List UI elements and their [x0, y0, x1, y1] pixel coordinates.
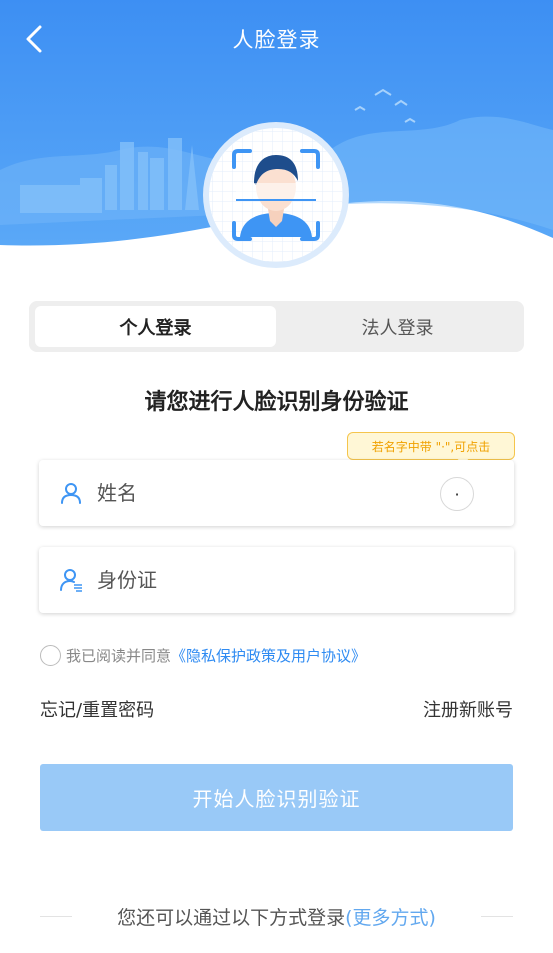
more-methods-link[interactable]: (更多方式) — [345, 907, 436, 929]
id-card-field — [39, 547, 514, 613]
divider-right — [481, 916, 513, 917]
verification-heading: 请您进行人脸识别身份验证 — [144, 390, 409, 415]
alternative-login-text: 您还可以通过以下方式登录(更多方式) — [0, 903, 553, 930]
forgot-password-link[interactable]: 忘记/重置密码 — [40, 696, 154, 722]
tab-personal-login[interactable]: 个人登录 — [35, 306, 276, 347]
tab-legal-person-login[interactable]: 法人登录 — [277, 306, 518, 347]
insert-dot-button[interactable]: · — [440, 477, 474, 511]
alternative-login: 您还可以通过以下方式登录(更多方式) — [0, 903, 553, 931]
id-user-icon — [59, 568, 83, 592]
face-scan-icon — [203, 122, 349, 268]
user-icon — [59, 481, 83, 505]
page-title: 人脸登录 — [232, 28, 321, 52]
start-face-verification-button[interactable]: 开始人脸识别验证 — [40, 764, 513, 831]
face-scan-illustration — [202, 121, 350, 269]
privacy-policy-link[interactable]: 《隐私保护政策及用户协议》 — [171, 645, 366, 666]
name-input[interactable] — [97, 474, 467, 512]
name-field: · — [39, 460, 514, 526]
register-link[interactable]: 注册新账号 — [423, 696, 513, 722]
login-tabs: 个人登录 法人登录 — [29, 301, 524, 352]
name-dot-tooltip: 若名字中带 "·",可点击 — [347, 432, 515, 460]
id-card-input[interactable] — [97, 561, 467, 599]
agreement-checkbox[interactable] — [40, 644, 61, 666]
agreement-row: 我已阅读并同意 《隐私保护政策及用户协议》 — [40, 644, 366, 666]
agreement-prefix: 我已阅读并同意 — [66, 646, 172, 665]
alternative-login-prefix: 您还可以通过以下方式登录 — [117, 907, 346, 929]
